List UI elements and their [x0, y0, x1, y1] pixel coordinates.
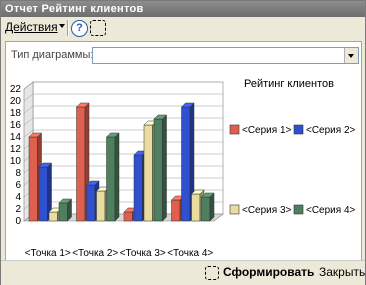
bar-2 — [133, 154, 143, 222]
dropdown-arrow-icon[interactable] — [344, 48, 358, 63]
legend-label: <Серия 3> — [242, 205, 292, 216]
chart-title: Рейтинг клиентов — [244, 78, 334, 90]
generate-icon — [205, 266, 219, 280]
bar-2 — [181, 106, 191, 222]
rating-chart: 0246810121416182022<Точка 1> <Точка 2> <То… — [10, 78, 356, 259]
y-tick-label: 0 — [15, 216, 21, 227]
help-button[interactable]: ? — [71, 20, 88, 37]
y-tick-label: 20 — [10, 96, 22, 107]
legend-swatch — [229, 204, 240, 215]
y-tick-label: 14 — [10, 132, 22, 143]
report-panel: Тип диаграммы: 0 2 4 6 8 10 12 14 16 18 20 22 <Точка… — [5, 41, 362, 261]
bar-3 — [48, 211, 58, 222]
x-tick-label: <Точка 3> — [120, 248, 166, 259]
window-title: Отчет Рейтинг клиентов — [1, 1, 365, 17]
toolbar-separator — [67, 20, 69, 36]
bar-3 — [191, 193, 201, 222]
legend-label: <Серия 4> — [306, 205, 356, 216]
x-tick-label: <Точка 2> — [72, 248, 118, 259]
y-tick-label: 2 — [15, 204, 21, 215]
bar-1 — [123, 211, 133, 222]
chart-type-select[interactable] — [92, 47, 359, 64]
bar-4 — [201, 196, 211, 222]
bar-side — [162, 114, 167, 222]
legend-swatch — [229, 124, 240, 135]
bar-side — [114, 132, 120, 222]
generate-icon-button[interactable] — [90, 20, 106, 36]
bar-4 — [106, 136, 116, 222]
bar-2 — [86, 184, 96, 222]
legend-label: <Серия 2> — [306, 125, 356, 136]
bar-3 — [143, 124, 153, 222]
actions-menu[interactable]: Действия — [5, 20, 58, 34]
bar-side — [209, 192, 215, 222]
y-tick-label: 16 — [10, 120, 22, 131]
bar-1 — [28, 136, 38, 222]
chart-type-label: Тип диаграммы: — [11, 49, 94, 61]
y-tick-label: 22 — [10, 84, 22, 95]
generate-button[interactable]: Сформировать — [223, 265, 314, 279]
bottom-bar: Сформировать Закрыть — [1, 260, 365, 285]
x-tick-label: <Точка 1> — [25, 248, 71, 259]
y-tick-label: 10 — [10, 156, 22, 167]
bar-4 — [58, 202, 68, 222]
y-tick-label: 6 — [15, 180, 21, 191]
y-tick-label: 8 — [15, 168, 21, 179]
legend-swatch — [293, 124, 304, 135]
bar-3 — [96, 190, 106, 222]
y-tick-label: 12 — [10, 144, 22, 155]
toolbar: Действия ? — [1, 17, 365, 39]
y-tick-label: 4 — [15, 192, 21, 203]
bar-2 — [38, 166, 48, 222]
bar-4 — [153, 118, 163, 222]
x-tick-label: <Точка 4> — [167, 248, 213, 259]
bar-1 — [76, 106, 86, 222]
y-tick-label: 18 — [10, 108, 22, 119]
close-button[interactable]: Закрыть — [319, 265, 365, 279]
chevron-down-icon[interactable] — [59, 24, 65, 28]
report-window: Отчет Рейтинг клиентов Действия ? Тип ди… — [0, 0, 366, 285]
legend-label: <Серия 1> — [242, 125, 292, 136]
bar-1 — [171, 199, 181, 222]
legend-swatch — [293, 204, 304, 215]
